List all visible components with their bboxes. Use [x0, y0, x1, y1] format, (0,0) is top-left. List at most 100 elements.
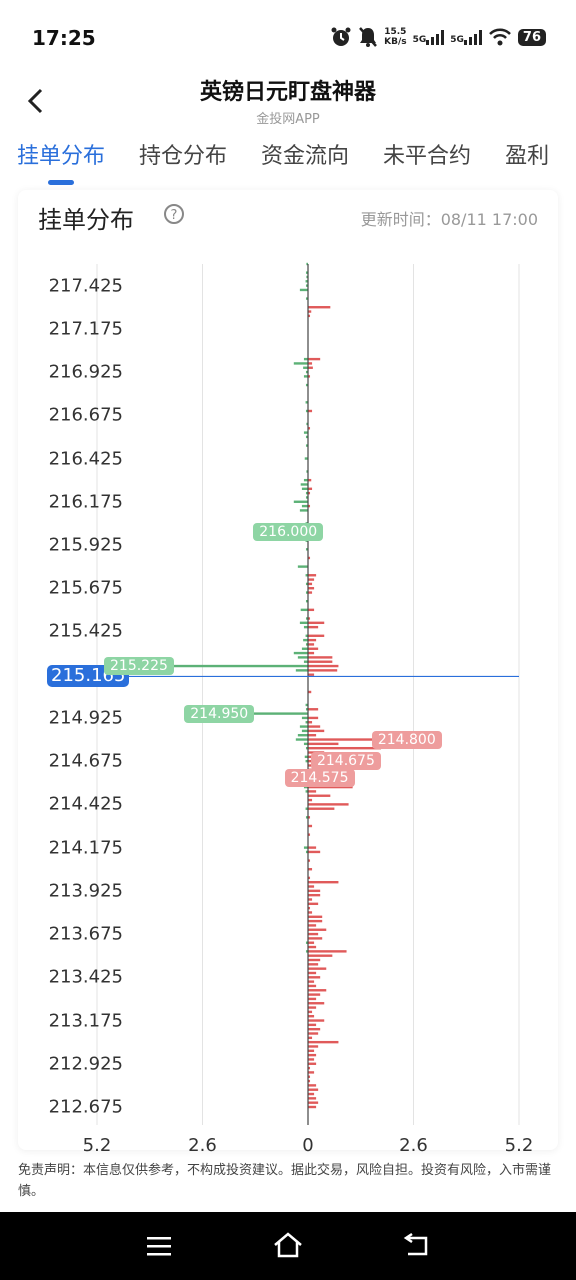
system-nav-bar: [0, 1212, 576, 1280]
bid-bar: [301, 487, 308, 490]
y-tick-label: 214.175: [48, 837, 123, 859]
ask-bar: [308, 971, 317, 975]
ask-bar: [308, 1097, 317, 1100]
ask-bar: [308, 1088, 319, 1091]
bid-bar: [303, 625, 308, 629]
ask-bar: [308, 937, 323, 940]
ask-bar: [308, 708, 319, 711]
bid-bar: [303, 366, 308, 369]
price-annotation-badge: 214.675: [310, 752, 381, 771]
bid-bar: [303, 478, 308, 482]
ask-bar: [308, 608, 315, 612]
ask-bar: [308, 660, 333, 663]
ask-bar: [308, 742, 339, 746]
ask-bar: [308, 656, 333, 659]
y-tick-label: 213.425: [48, 966, 123, 988]
ask-bar: [308, 1036, 313, 1040]
bid-bar: [303, 660, 308, 663]
bid-bar: [303, 357, 308, 361]
price-annotation-badge: 214.950: [184, 704, 255, 723]
ask-bar: [308, 1006, 317, 1009]
ask-bar: [308, 647, 319, 650]
y-tick-label: 216.425: [48, 448, 123, 470]
ask-bar: [308, 306, 331, 309]
ask-bar: [308, 803, 349, 806]
ask-bar: [308, 1032, 319, 1035]
ask-bar: [308, 1027, 321, 1031]
ask-bar: [308, 1071, 315, 1074]
ask-bar: [308, 807, 335, 810]
ask-bar: [308, 1105, 317, 1109]
ask-bar: [308, 941, 315, 944]
x-tick-label: 2.6: [399, 1135, 428, 1156]
ask-bar: [308, 625, 319, 629]
bid-bar: [303, 742, 308, 746]
ask-bar: [308, 1101, 319, 1104]
ask-bar: [308, 846, 317, 849]
ask-bar: [308, 1084, 317, 1087]
bid-bar: [299, 509, 308, 512]
ask-bar: [308, 621, 325, 625]
y-tick-label: 213.925: [48, 880, 123, 902]
ask-bar: [308, 591, 313, 594]
ask-bar: [308, 664, 339, 668]
home-icon[interactable]: [272, 1230, 304, 1260]
ask-bar: [308, 824, 313, 828]
ask-bar: [308, 669, 338, 672]
ask-bar: [308, 889, 321, 893]
back-nav-icon[interactable]: [400, 1232, 432, 1260]
x-tick-label: 2.6: [188, 1135, 217, 1156]
bid-bar: [303, 638, 308, 642]
y-tick-label: 212.925: [48, 1053, 123, 1075]
ask-bar: [308, 366, 313, 369]
y-tick-label: 214.925: [48, 707, 123, 729]
bid-bar: [297, 734, 308, 737]
bid-bar: [297, 656, 308, 659]
ask-bar: [308, 729, 325, 733]
ask-bar: [308, 790, 317, 793]
ask-bar: [308, 1053, 317, 1057]
bid-bar: [293, 362, 308, 365]
ask-bar: [308, 794, 331, 797]
ask-bar: [308, 1015, 315, 1018]
ask-bar: [308, 1062, 317, 1065]
ask-bar: [308, 578, 315, 581]
y-tick-label: 215.675: [48, 577, 123, 599]
y-tick-label: 217.175: [48, 318, 123, 340]
y-tick-label: 216.925: [48, 361, 123, 383]
ask-bar: [308, 798, 313, 802]
ask-bar: [308, 1092, 315, 1096]
ask-bar: [308, 898, 313, 901]
bid-bar: [293, 500, 308, 503]
bid-bar: [295, 669, 308, 672]
menu-icon[interactable]: [145, 1234, 173, 1258]
ask-bar: [308, 574, 317, 577]
y-tick-label: 217.425: [48, 275, 123, 297]
ask-bar: [308, 993, 321, 996]
ask-bar: [308, 1010, 313, 1014]
ask-bar: [308, 850, 321, 854]
ask-bar: [308, 919, 323, 923]
bid-bar: [300, 608, 308, 612]
ask-bar: [308, 716, 319, 720]
ask-bar: [308, 885, 315, 888]
ask-bar: [308, 954, 333, 957]
y-tick-label: 216.175: [48, 491, 123, 513]
ask-bar: [308, 911, 313, 914]
ask-bar: [308, 989, 327, 992]
disclaimer: 免责声明：本信息仅供参考，不构成投资建议。据此交易，风险自担。投资有风险，入市需…: [18, 1163, 552, 1199]
y-tick-label: 214.425: [48, 793, 123, 815]
bid-bar: [301, 504, 308, 508]
ask-bar: [308, 967, 327, 970]
bid-bar: [293, 651, 308, 655]
ask-bar: [308, 1058, 315, 1061]
ask-bar: [308, 928, 327, 931]
bid-bar: [303, 375, 308, 378]
ask-bar: [308, 950, 347, 953]
bid-bar: [303, 846, 308, 849]
ask-bar: [308, 1040, 339, 1044]
ask-bar: [308, 721, 313, 724]
ask-bar: [308, 643, 315, 646]
bid-bar: [300, 483, 308, 486]
bid-bar: [297, 565, 308, 568]
